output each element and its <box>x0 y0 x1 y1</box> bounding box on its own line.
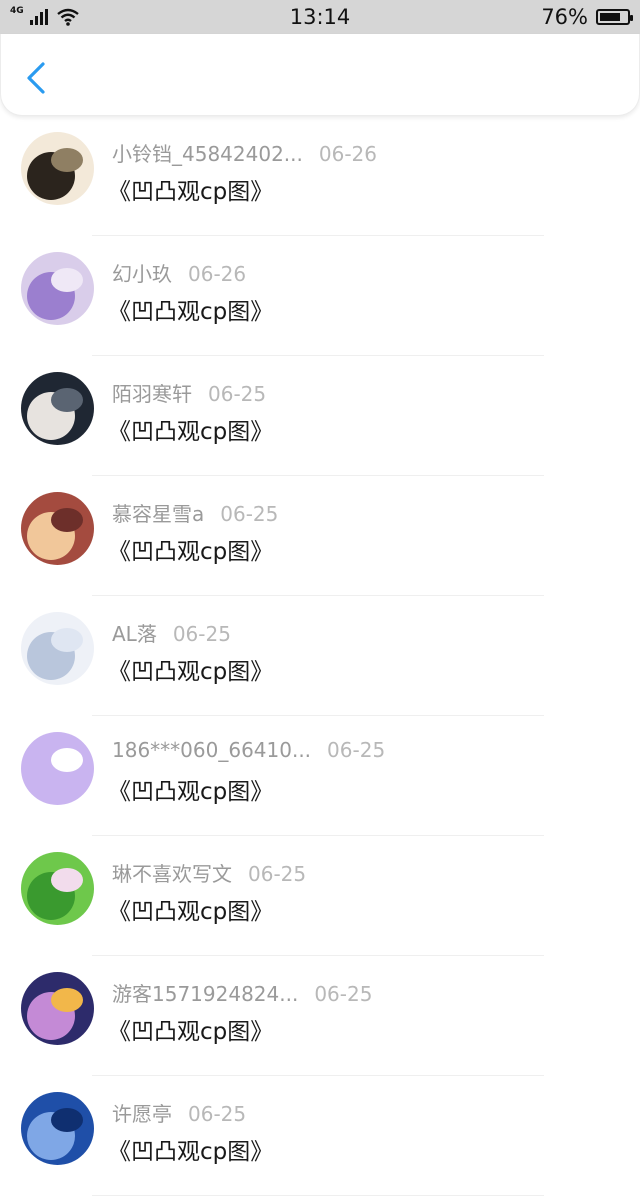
comment-list: 小铃铛_45842402... 06-26 《凹凸观cp图》 幻小玖 06-26 《… <box>0 116 640 1196</box>
status-bar: 4G 13:14 76% <box>0 0 640 34</box>
avatar-image <box>21 132 94 205</box>
item-meta: 陌羽寒轩 06-25 <box>112 378 266 407</box>
list-item[interactable]: 幻小玖 06-26 《凹凸观cp图》 <box>0 236 640 356</box>
username[interactable]: 小铃铛_45842402... <box>112 142 303 166</box>
network-type: 4G <box>10 6 24 16</box>
username[interactable]: 慕容星雪a <box>112 502 204 526</box>
item-content[interactable]: 《凹凸观cp图》 <box>108 292 273 326</box>
username[interactable]: 陌羽寒轩 <box>112 382 192 406</box>
avatar-image <box>21 972 94 1045</box>
list-item[interactable]: 陌羽寒轩 06-25 《凹凸观cp图》 <box>0 356 640 476</box>
list-item[interactable]: 186***060_66410... 06-25 《凹凸观cp图》 <box>0 716 640 836</box>
avatar-image <box>21 612 94 685</box>
avatar[interactable] <box>21 1092 94 1165</box>
avatar-image <box>21 1092 94 1165</box>
avatar-image <box>21 492 94 565</box>
username[interactable]: 幻小玖 <box>112 262 172 286</box>
item-meta: 许愿亭 06-25 <box>112 1098 246 1127</box>
avatar-image <box>21 852 94 925</box>
item-content[interactable]: 《凹凸观cp图》 <box>108 532 273 566</box>
status-time: 13:14 <box>289 5 351 29</box>
post-date: 06-26 <box>318 142 377 166</box>
nav-header <box>0 34 640 116</box>
username[interactable]: AL落 <box>112 622 157 646</box>
list-item[interactable]: 慕容星雪a 06-25 《凹凸观cp图》 <box>0 476 640 596</box>
post-date: 06-25 <box>188 1102 247 1126</box>
signal-icon <box>29 9 48 25</box>
list-item[interactable]: 琳不喜欢写文 06-25 《凹凸观cp图》 <box>0 836 640 956</box>
username[interactable]: 游客1571924824... <box>112 982 298 1006</box>
avatar[interactable] <box>21 252 94 325</box>
item-meta: AL落 06-25 <box>112 618 231 647</box>
avatar-image <box>21 252 94 325</box>
post-date: 06-25 <box>220 502 279 526</box>
status-right: 76% <box>541 5 633 29</box>
item-content[interactable]: 《凹凸观cp图》 <box>108 1012 273 1046</box>
wifi-icon <box>56 8 79 26</box>
item-meta: 琳不喜欢写文 06-25 <box>112 858 306 887</box>
status-left: 4G <box>10 6 80 26</box>
list-item[interactable]: AL落 06-25 《凹凸观cp图》 <box>0 596 640 716</box>
username[interactable]: 琳不喜欢写文 <box>112 862 232 886</box>
item-content[interactable]: 《凹凸观cp图》 <box>108 892 273 926</box>
avatar-image <box>21 732 94 805</box>
avatar[interactable] <box>21 372 94 445</box>
back-button[interactable] <box>23 60 51 96</box>
chevron-left-icon <box>27 62 45 94</box>
post-date: 06-25 <box>327 738 386 762</box>
avatar[interactable] <box>21 852 94 925</box>
username[interactable]: 186***060_66410... <box>112 738 311 762</box>
avatar[interactable] <box>21 972 94 1045</box>
post-date: 06-25 <box>314 982 373 1006</box>
username[interactable]: 许愿亭 <box>112 1102 172 1126</box>
item-content[interactable]: 《凹凸观cp图》 <box>108 412 273 446</box>
item-content[interactable]: 《凹凸观cp图》 <box>108 772 273 806</box>
list-item[interactable]: 许愿亭 06-25 《凹凸观cp图》 <box>0 1076 640 1196</box>
avatar[interactable] <box>21 612 94 685</box>
avatar[interactable] <box>21 132 94 205</box>
item-content[interactable]: 《凹凸观cp图》 <box>108 1132 273 1166</box>
post-date: 06-25 <box>208 382 267 406</box>
post-date: 06-26 <box>188 262 247 286</box>
post-date: 06-25 <box>248 862 307 886</box>
post-date: 06-25 <box>172 622 231 646</box>
avatar[interactable] <box>21 492 94 565</box>
list-item[interactable]: 游客1571924824... 06-25 《凹凸观cp图》 <box>0 956 640 1076</box>
item-content[interactable]: 《凹凸观cp图》 <box>108 652 273 686</box>
avatar-image <box>21 372 94 445</box>
item-meta: 慕容星雪a 06-25 <box>112 498 278 527</box>
item-meta: 186***060_66410... 06-25 <box>112 738 385 762</box>
item-content[interactable]: 《凹凸观cp图》 <box>108 172 273 206</box>
item-meta: 游客1571924824... 06-25 <box>112 978 372 1007</box>
avatar[interactable] <box>21 732 94 805</box>
list-item[interactable]: 小铃铛_45842402... 06-26 《凹凸观cp图》 <box>0 116 640 236</box>
battery-percent: 76% <box>541 5 588 29</box>
item-meta: 幻小玖 06-26 <box>112 258 246 287</box>
item-meta: 小铃铛_45842402... 06-26 <box>112 138 377 167</box>
battery-fill <box>600 13 620 21</box>
battery-icon <box>596 9 633 25</box>
